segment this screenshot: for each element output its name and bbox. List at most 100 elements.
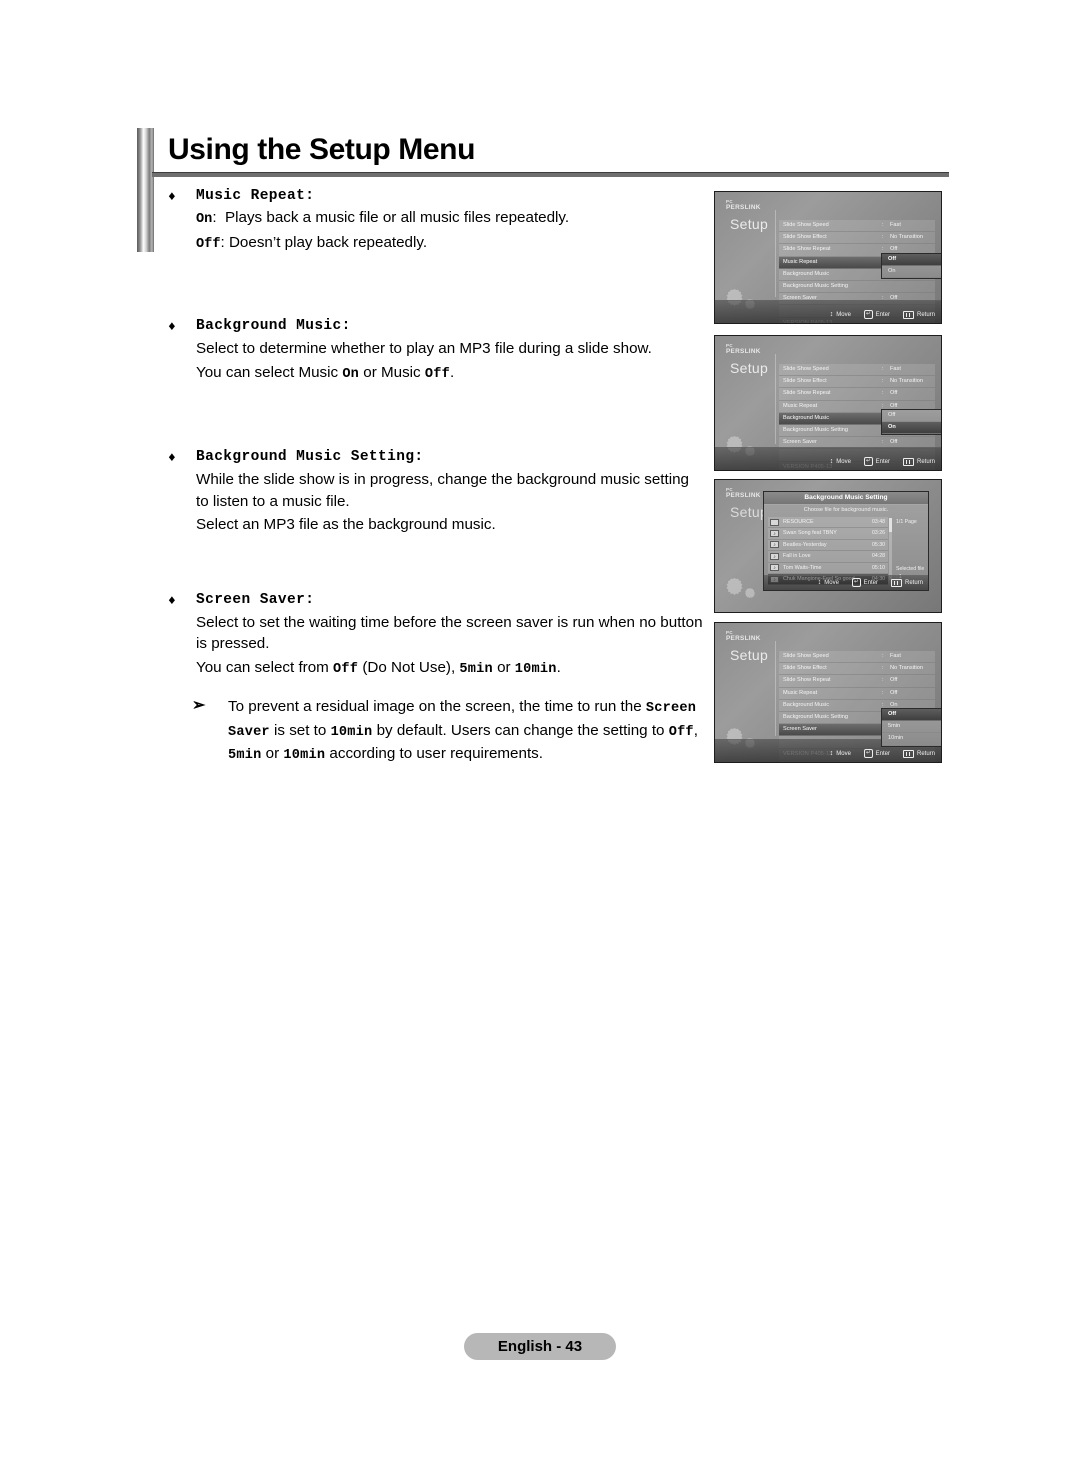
definition-off-text: Doesn’t play back repeatedly. xyxy=(228,234,428,251)
menu-row[interactable]: Slide Show Effect: No Transition xyxy=(779,663,935,676)
diamond-bullet-icon: ♦ xyxy=(168,319,177,334)
heading-music-repeat: ♦ Music Repeat: xyxy=(164,186,704,206)
ss-l2-m1: (Do Not Use), xyxy=(358,658,460,676)
row-label: Music Repeat xyxy=(783,402,818,409)
enter-key-icon: ↵ xyxy=(863,457,873,466)
row-label: Background Music Setting xyxy=(783,713,848,720)
menu-row[interactable]: Slide Show Speed: Fast xyxy=(779,651,935,664)
hint-enter-label: Enter xyxy=(863,579,878,586)
hint-move: ↕ Move xyxy=(830,458,851,465)
term-10min: 10min xyxy=(330,724,373,740)
dialog-subtitle: Choose file for background music. xyxy=(803,507,889,513)
note-m2: by default. Users can change the setting… xyxy=(372,721,669,739)
row-value: No Transition xyxy=(890,378,923,385)
scrollbar[interactable] xyxy=(889,518,892,580)
hint-return: Return xyxy=(902,457,935,466)
row-value: Fast xyxy=(890,653,901,659)
dialog-side-info: 1/1 Page Selected file : 1 xyxy=(896,518,928,581)
screenshot-music-repeat: PC PERSLINK Setup Slide Show Speed: Fast … xyxy=(714,191,942,324)
term-on: On xyxy=(342,366,360,382)
list-item[interactable]: RESOURCE 03:48 xyxy=(768,517,888,529)
bgm-line-1: Select to determine whether to play an M… xyxy=(196,340,652,357)
term-10min: 10min xyxy=(514,661,557,677)
dropdown-option[interactable]: Off xyxy=(882,254,941,267)
brand-logo: PC PERSLINK xyxy=(726,199,761,211)
menu-row[interactable]: Background Music Setting xyxy=(779,280,935,294)
dialog-title: Background Music Setting xyxy=(764,492,928,505)
file-name: Tom Waits-Time xyxy=(783,564,822,571)
note-m3: , xyxy=(693,721,699,739)
dialog-hint-bar: ↕ Move ↵ Enter Return xyxy=(764,575,928,590)
menu-row[interactable]: Music Repeat: Off xyxy=(779,687,935,700)
hint-enter-label: Enter xyxy=(875,458,890,465)
menu-row[interactable]: Slide Show Speed: Fast xyxy=(779,220,935,233)
bgm-line2-pre: You can select Music xyxy=(196,363,343,381)
list-item[interactable]: ♪ Tom Waits-Time 05:10 xyxy=(768,562,888,574)
hint-enter: ↵ Enter xyxy=(863,457,890,466)
dropdown-background-music[interactable]: Off On xyxy=(881,409,941,436)
dropdown-option[interactable]: 10min xyxy=(882,733,941,746)
document-body: ♦ Music Repeat: On: Plays back a music f… xyxy=(164,186,704,767)
dropdown-option[interactable]: On xyxy=(882,422,941,435)
music-note-icon: ♪ xyxy=(770,564,779,572)
hint-return-label: Return xyxy=(916,311,935,318)
row-label: Slide Show Repeat xyxy=(783,677,831,684)
hint-enter: ↵ Enter xyxy=(863,749,890,758)
menu-row[interactable]: Slide Show Repeat: Off xyxy=(779,388,935,401)
hint-enter-label: Enter xyxy=(875,750,890,757)
dropdown-option[interactable]: On xyxy=(882,266,941,279)
dropdown-option[interactable]: 5min xyxy=(882,721,941,734)
hint-group: ↕ Move ↵ Enter Return xyxy=(830,310,935,319)
scrollbar-thumb[interactable] xyxy=(889,518,892,532)
bgms-line-1: While the slide show is in progress, cha… xyxy=(196,471,690,510)
term-off: Off xyxy=(333,661,359,677)
list-item[interactable]: ♪ Beatles-Yesterday 05:30 xyxy=(768,539,888,552)
row-label: Background Music xyxy=(783,701,830,708)
brand-line-2: PERSLINK xyxy=(726,348,761,355)
row-value: Off xyxy=(890,677,898,684)
list-item[interactable]: ♪ Fall in Love 04:28 xyxy=(768,551,888,563)
row-colon: : xyxy=(882,222,884,228)
setup-title: Setup xyxy=(730,647,769,663)
ss-line-2: You can select from Off (Do Not Use), 5m… xyxy=(164,657,704,681)
hint-move-label: Move xyxy=(836,458,851,465)
term-10min-2: 10min xyxy=(283,748,326,763)
row-label: Background Music xyxy=(783,414,830,421)
row-colon: : xyxy=(882,677,884,684)
note-post: according to user requirements. xyxy=(325,745,543,762)
dropdown-option[interactable]: Off xyxy=(882,410,941,423)
hint-group: ↕ Move ↵ Enter Return xyxy=(830,457,935,466)
menu-row[interactable]: Slide Show Effect: No Transition xyxy=(779,376,935,389)
hint-move: ↕ Move xyxy=(830,311,851,318)
page-footer-badge: English - 43 xyxy=(464,1333,616,1360)
hint-return: Return xyxy=(890,578,923,587)
row-label: Background Music xyxy=(783,270,830,277)
row-label: Slide Show Speed xyxy=(783,653,829,659)
bgm-line2-post: . xyxy=(449,363,455,381)
menu-row[interactable]: Slide Show Speed: Fast xyxy=(779,364,935,377)
list-item[interactable]: ♪ Swan Song feat TBNY 03:26 xyxy=(768,528,888,540)
row-colon: : xyxy=(882,234,884,241)
return-key-icon xyxy=(890,578,902,587)
row-colon: : xyxy=(882,653,884,659)
row-colon: : xyxy=(882,390,884,397)
row-label: Slide Show Repeat xyxy=(783,246,831,253)
hint-return-label: Return xyxy=(904,579,923,586)
return-key-icon xyxy=(902,749,914,758)
sep: : xyxy=(212,209,217,226)
background-music-setting-dialog: Background Music Setting Choose file for… xyxy=(763,491,929,591)
page-indicator: 1/1 Page xyxy=(896,519,917,525)
up-down-arrow-icon: ↕ xyxy=(829,458,834,465)
dropdown-option[interactable]: Off xyxy=(882,709,941,722)
row-label: Music Repeat xyxy=(783,689,818,696)
heading-text: Background Music: xyxy=(196,318,351,334)
menu-row[interactable]: Slide Show Repeat: Off xyxy=(779,675,935,688)
menu-row[interactable]: Slide Show Effect: No Transition xyxy=(779,232,935,245)
dropdown-screen-saver[interactable]: Off 5min 10min xyxy=(881,708,941,747)
dropdown-music-repeat[interactable]: Off On xyxy=(881,253,941,280)
bottom-hint-bar: ↕ Move ↵ Enter Return xyxy=(715,300,941,323)
row-label: Slide Show Effect xyxy=(783,665,827,672)
hint-group: ↕ Move ↵ Enter Return xyxy=(818,578,923,587)
section-music-repeat: ♦ Music Repeat: On: Plays back a music f… xyxy=(164,186,704,256)
